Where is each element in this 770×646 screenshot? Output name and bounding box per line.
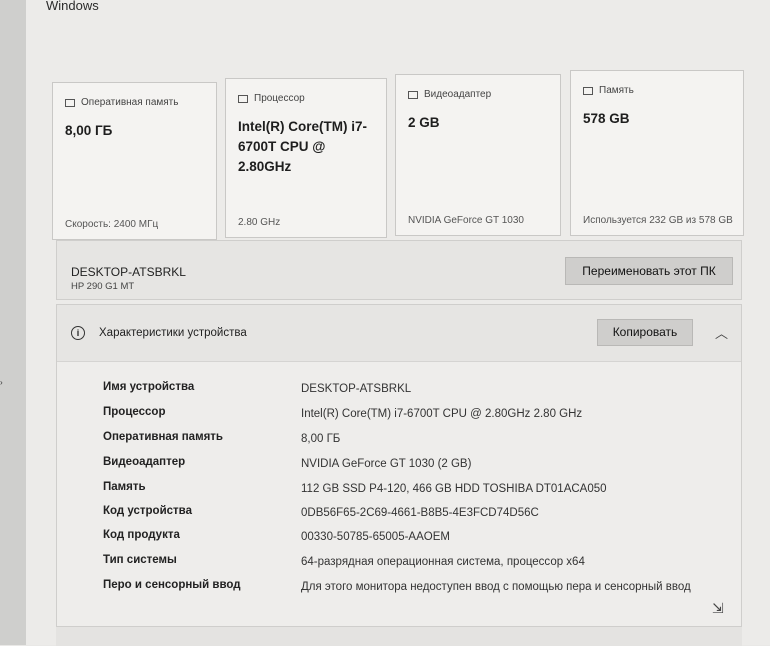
cpu-card-value: Intel(R) Core(TM) i7-6700T CPU @ 2.80GHz bbox=[238, 119, 367, 174]
spec-value: Для этого монитора недоступен ввод с пом… bbox=[301, 581, 691, 593]
cpu-card-title: Процессор bbox=[254, 93, 305, 104]
spec-label: Память bbox=[103, 481, 146, 493]
storage-card: Память 578 GB Используется 232 GB из 578… bbox=[570, 70, 744, 236]
gpu-card-value: 2 GB bbox=[408, 115, 440, 130]
spec-value: DESKTOP-ATSBRKL bbox=[301, 383, 412, 395]
screen-bezel bbox=[0, 0, 26, 645]
cpu-card-foot: 2.80 GHz bbox=[238, 217, 281, 228]
gpu-icon bbox=[408, 90, 418, 99]
cpu-card: Процессор Intel(R) Core(TM) i7-6700T CPU… bbox=[225, 78, 387, 238]
spec-value: 00330-50785-65005-AAOEM bbox=[301, 531, 450, 543]
settings-window: Windows Оперативная память 8,00 ГБ Скоро… bbox=[26, 0, 770, 646]
ram-card: Оперативная память 8,00 ГБ Скорость: 240… bbox=[52, 82, 217, 240]
info-icon: i bbox=[71, 326, 85, 340]
spec-label: Оперативная память bbox=[103, 431, 223, 443]
ram-card-value: 8,00 ГБ bbox=[65, 123, 113, 138]
pc-model: HP 290 G1 MT bbox=[71, 281, 135, 292]
pc-name-section: DESKTOP-ATSBRKL HP 290 G1 MT Переименова… bbox=[56, 240, 742, 300]
spec-label: Код устройства bbox=[103, 505, 192, 517]
spec-label: Видеоадаптер bbox=[103, 456, 186, 468]
gpu-card: Видеоадаптер 2 GB NVIDIA GeForce GT 1030 bbox=[395, 74, 561, 236]
spec-value: NVIDIA GeForce GT 1030 (2 GB) bbox=[301, 458, 472, 470]
spec-label: Тип системы bbox=[103, 554, 177, 566]
spec-value: Intel(R) Core(TM) i7-6700T CPU @ 2.80GHz… bbox=[301, 408, 583, 420]
storage-card-foot: Используется 232 GB из 578 GB bbox=[583, 215, 733, 226]
chevron-up-icon[interactable]: ︿ bbox=[715, 323, 728, 342]
next-section-edge bbox=[56, 626, 742, 646]
edge-mark: › bbox=[0, 378, 3, 387]
device-specs-title: Характеристики устройства bbox=[99, 327, 247, 339]
spec-value: 0DB56F65-2C69-4661-B8B5-4E3FCD74D56C bbox=[301, 507, 539, 519]
spec-label: Имя устройства bbox=[103, 381, 195, 393]
window-title: Windows bbox=[46, 0, 99, 13]
spec-value: 8,00 ГБ bbox=[301, 433, 341, 445]
spec-label: Перо и сенсорный ввод bbox=[103, 579, 241, 591]
ram-icon bbox=[65, 98, 75, 107]
gpu-card-foot: NVIDIA GeForce GT 1030 bbox=[408, 215, 524, 226]
ram-card-title: Оперативная память bbox=[81, 97, 179, 108]
spec-label: Код продукта bbox=[103, 529, 180, 541]
ram-card-foot: Скорость: 2400 МГц bbox=[65, 219, 159, 230]
spec-value: 64-разрядная операционная система, проце… bbox=[301, 556, 585, 568]
mouse-cursor-icon: ⇲ bbox=[712, 600, 724, 616]
storage-card-title: Память bbox=[599, 85, 634, 96]
storage-card-value: 578 GB bbox=[583, 111, 630, 126]
cpu-icon bbox=[238, 94, 248, 103]
storage-icon bbox=[583, 86, 593, 95]
copy-button[interactable]: Копировать bbox=[597, 319, 693, 346]
device-specs-header[interactable]: i Характеристики устройства Копировать ︿ bbox=[57, 305, 741, 362]
spec-value: 112 GB SSD P4-120, 466 GB HDD TOSHIBA DT… bbox=[301, 483, 607, 495]
pc-name: DESKTOP-ATSBRKL bbox=[71, 265, 186, 279]
device-specs-section: i Характеристики устройства Копировать ︿… bbox=[56, 304, 742, 645]
rename-pc-button[interactable]: Переименовать этот ПК bbox=[565, 257, 733, 285]
gpu-card-title: Видеоадаптер bbox=[424, 89, 492, 100]
spec-label: Процессор bbox=[103, 406, 166, 418]
